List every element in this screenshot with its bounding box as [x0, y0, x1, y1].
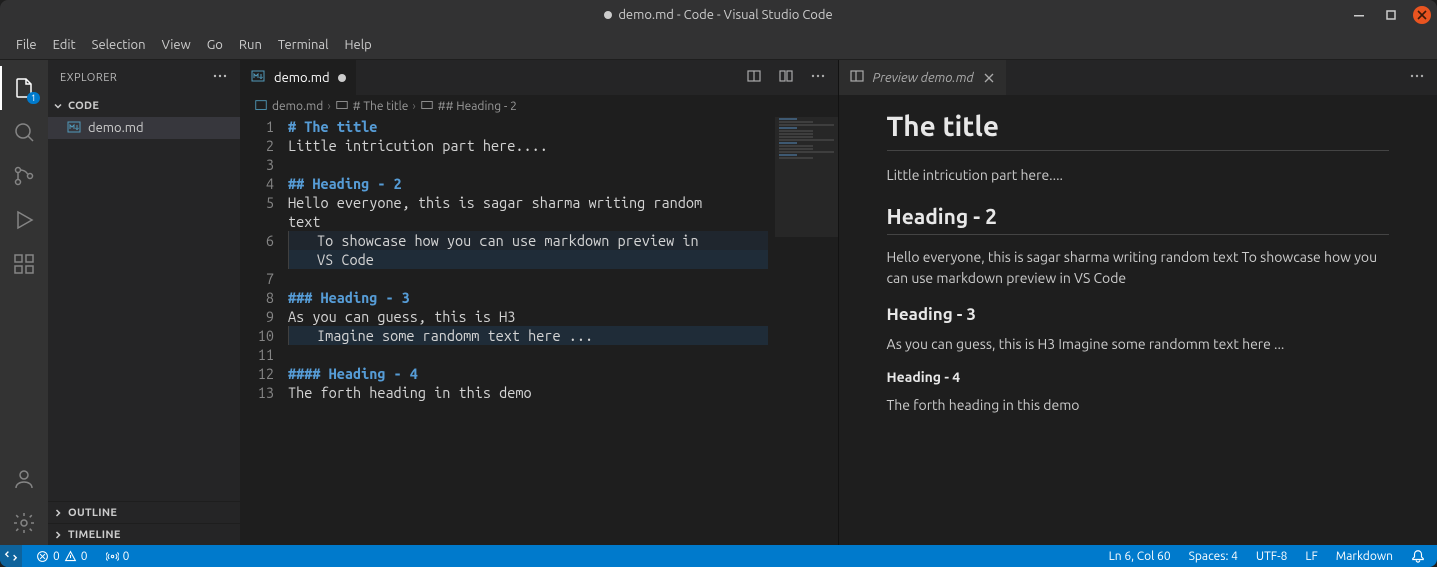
- preview-p1: Little intricution part here....: [887, 165, 1390, 186]
- tab-demo-md[interactable]: demo.md: [240, 60, 357, 95]
- editor-pane-preview: Preview demo.md The title Little intricu…: [839, 60, 1437, 545]
- status-bar: 0 0 0 Ln 6, Col 60 Spaces: 4 UTF-8 LF Ma…: [0, 545, 1437, 567]
- markdown-file-icon: [66, 119, 82, 138]
- minimap[interactable]: [774, 117, 838, 545]
- tab-preview[interactable]: Preview demo.md: [839, 60, 1007, 95]
- titlebar: demo.md - Code - Visual Studio Code: [0, 0, 1437, 30]
- activity-settings[interactable]: [0, 501, 48, 545]
- activity-source-control[interactable]: [0, 154, 48, 198]
- chevron-right-icon: ›: [412, 100, 415, 113]
- split-editor-icon[interactable]: [774, 64, 798, 92]
- preview-h3: Heading - 3: [887, 305, 1390, 324]
- menu-selection[interactable]: Selection: [84, 34, 154, 56]
- menu-terminal[interactable]: Terminal: [270, 34, 337, 56]
- sidebar-workspace-header[interactable]: CODE: [48, 95, 240, 117]
- chevron-right-icon: [52, 507, 64, 519]
- activity-accounts[interactable]: [0, 457, 48, 501]
- activity-run-debug[interactable]: [0, 198, 48, 242]
- close-icon[interactable]: [982, 72, 996, 84]
- markdown-file-icon: [250, 68, 266, 87]
- status-language[interactable]: Markdown: [1332, 550, 1397, 563]
- status-problems[interactable]: 0 0: [32, 550, 92, 563]
- tab-filename: demo.md: [274, 71, 330, 85]
- window-title: demo.md - Code - Visual Studio Code: [618, 8, 832, 22]
- status-cursor[interactable]: Ln 6, Col 60: [1105, 550, 1175, 563]
- preview-p4: The forth heading in this demo: [887, 395, 1390, 416]
- preview-icon: [849, 68, 865, 87]
- open-preview-side-icon[interactable]: [742, 64, 766, 92]
- sidebar-outline-header[interactable]: OUTLINE: [48, 501, 240, 523]
- activity-search[interactable]: [0, 110, 48, 154]
- preview-p3: As you can guess, this is H3 Imagine som…: [887, 334, 1390, 355]
- activity-explorer[interactable]: 1: [0, 66, 48, 110]
- line-number-gutter: 12345678910111213: [240, 117, 288, 545]
- tab-dirty-icon: [338, 74, 346, 82]
- status-encoding[interactable]: UTF-8: [1252, 550, 1291, 563]
- status-errors-count: 0: [53, 550, 60, 563]
- preview-h1: The title: [887, 111, 1390, 151]
- tab-row-source: demo.md: [240, 60, 838, 95]
- tab-row-preview: Preview demo.md: [839, 60, 1437, 95]
- markdown-preview[interactable]: The title Little intricution part here..…: [839, 95, 1437, 545]
- activity-extensions[interactable]: [0, 242, 48, 286]
- sidebar-timeline-header[interactable]: TIMELINE: [48, 523, 240, 545]
- menu-go[interactable]: Go: [199, 34, 231, 56]
- outline-label: OUTLINE: [68, 507, 117, 519]
- breadcrumb-file[interactable]: demo.md: [272, 100, 323, 113]
- breadcrumb-h1[interactable]: # The title: [353, 100, 409, 113]
- code-content[interactable]: # The titleLittle intricution part here.…: [288, 117, 838, 545]
- file-name: demo.md: [88, 121, 144, 135]
- menu-view[interactable]: View: [154, 34, 199, 56]
- status-ports[interactable]: 0: [102, 550, 134, 563]
- remote-indicator[interactable]: [0, 545, 22, 567]
- timeline-label: TIMELINE: [68, 529, 121, 541]
- menubar: File Edit Selection View Go Run Terminal…: [0, 30, 1437, 60]
- more-actions-icon[interactable]: [806, 64, 830, 92]
- breadcrumbs[interactable]: demo.md › # The title › ## Heading - 2: [240, 95, 838, 117]
- menu-file[interactable]: File: [8, 34, 45, 56]
- markdown-file-icon: [254, 98, 268, 115]
- dirty-indicator-icon: [604, 11, 612, 19]
- status-warnings-count: 0: [81, 550, 88, 563]
- menu-help[interactable]: Help: [336, 34, 379, 56]
- editor-pane-source: demo.md: [240, 60, 839, 545]
- tab-preview-label: Preview demo.md: [873, 71, 974, 85]
- chevron-down-icon: [52, 100, 64, 112]
- code-editor[interactable]: 12345678910111213 # The titleLittle intr…: [240, 117, 838, 545]
- close-button[interactable]: [1413, 6, 1431, 24]
- chevron-right-icon: ›: [327, 100, 330, 113]
- status-notifications-icon[interactable]: [1407, 549, 1429, 563]
- maximize-button[interactable]: [1381, 5, 1401, 25]
- explorer-badge: 1: [27, 92, 40, 104]
- minimize-button[interactable]: [1349, 5, 1369, 25]
- activity-bar: 1: [0, 60, 48, 545]
- preview-h4: Heading - 4: [887, 369, 1390, 385]
- more-actions-icon[interactable]: [1405, 64, 1429, 92]
- menu-run[interactable]: Run: [231, 34, 270, 56]
- sidebar: EXPLORER CODE demo.md: [48, 60, 240, 545]
- breadcrumb-h2[interactable]: ## Heading - 2: [438, 100, 517, 113]
- chevron-right-icon: [52, 529, 64, 541]
- file-row-demo-md[interactable]: demo.md: [48, 117, 240, 139]
- heading-icon: [335, 98, 349, 115]
- sidebar-more-icon[interactable]: [212, 68, 228, 87]
- preview-p2: Hello everyone, this is sagar sharma wri…: [887, 247, 1390, 289]
- status-ports-count: 0: [123, 550, 130, 563]
- preview-h2: Heading - 2: [887, 204, 1390, 235]
- sidebar-title: EXPLORER: [60, 72, 117, 84]
- workspace-name: CODE: [68, 100, 99, 112]
- status-spaces[interactable]: Spaces: 4: [1185, 550, 1242, 563]
- heading-icon: [420, 98, 434, 115]
- status-eol[interactable]: LF: [1301, 550, 1321, 563]
- menu-edit[interactable]: Edit: [45, 34, 84, 56]
